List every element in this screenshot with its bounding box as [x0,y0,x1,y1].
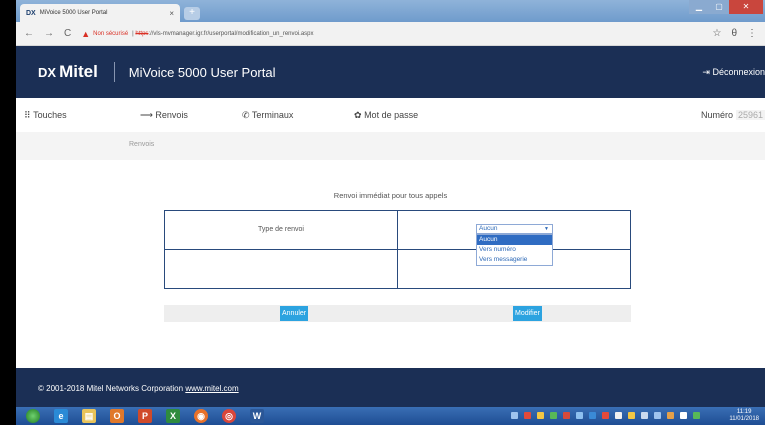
mitel-logo-mark-icon: DX [38,64,57,80]
tray-icon[interactable] [589,412,596,419]
mitel-favicon-icon: DX [26,9,36,17]
word-icon[interactable]: W [250,409,264,423]
forward-icon[interactable]: → [44,28,54,39]
breadcrumb-item[interactable]: Renvois [129,141,154,148]
option-aucun[interactable]: Aucun [477,235,552,245]
internet-explorer-icon[interactable]: e [54,409,68,423]
window-controls: ▁ ▢ ✕ [689,0,763,14]
tray-icon[interactable] [628,412,635,419]
maximize-icon[interactable]: ▢ [709,0,729,14]
numero-label: Numéro [700,110,733,120]
arrow-right-icon: ⟶ [140,110,153,120]
close-tab-icon[interactable]: × [169,9,174,18]
option-vers-messagerie[interactable]: Vers messagerie [477,255,552,265]
breadcrumb: Renvois [16,132,765,160]
keypad-icon: ⠿ [24,110,31,120]
outlook-icon[interactable]: O [110,409,124,423]
bookmark-star-icon[interactable]: ☆ [712,28,721,39]
tray-icon[interactable] [615,412,622,419]
page-title: Renvoi immédiat pour tous appels [333,191,448,200]
app-title: MiVoice 5000 User Portal [128,64,276,80]
tray-icon[interactable] [537,412,544,419]
firefox-icon[interactable]: ◉ [194,409,208,423]
reload-icon[interactable]: C [64,28,71,39]
tab-title: MiVoice 5000 User Portal [39,10,108,16]
numero-value[interactable]: 25961 [735,110,765,120]
logout-icon: ⇥ [702,66,710,77]
modify-button[interactable]: Modifier [513,306,542,321]
tray-icon[interactable] [524,412,531,419]
url-text[interactable]: ://vls-mvmanager.igr.fr/userportal/modif… [148,31,313,37]
tray-icon[interactable] [576,412,583,419]
type-renvoi-dropdown: Aucun Vers numéro Vers messagerie [476,234,553,266]
clock-date: 11/01/2018 [729,416,759,422]
gear-icon: ✿ [354,110,362,120]
mitel-website-link[interactable]: www.mitel.com [185,384,238,393]
address-bar: ← → C ▲ Non sécurisé | https ://vls-mvma… [16,22,765,46]
nav-terminaux-label: Terminaux [251,110,294,120]
action-bar: Annuler Modifier [164,305,631,322]
app-header: DX Mitel MiVoice 5000 User Portal ⇥ Déco… [16,46,765,98]
menu-dots-icon[interactable]: ⋮ [747,28,757,39]
file-explorer-icon[interactable]: ▤ [82,409,96,423]
warning-icon: ▲ [81,28,91,39]
start-button-icon[interactable] [26,409,40,423]
tray-icon[interactable] [680,412,687,419]
type-renvoi-select[interactable]: Aucun ▼ [476,224,553,234]
main-nav: ⠿ Touches ⟶ Renvois ✆ Terminaux ✿ Mot de… [16,98,765,132]
nav-touches-label: Touches [33,110,67,120]
phone-icon: ✆ [242,110,250,120]
nav-mot-de-passe[interactable]: ✿ Mot de passe [354,110,418,121]
profile-icon[interactable]: θ [731,28,737,39]
nav-terminaux[interactable]: ✆ Terminaux [242,110,293,121]
system-tray [511,412,700,419]
browser-tab[interactable]: DX MiVoice 5000 User Portal × [20,4,180,22]
tray-icon[interactable] [563,412,570,419]
tray-icon[interactable] [641,412,648,419]
type-renvoi-label: Type de renvoi [258,226,304,233]
logo-text: Mitel [59,62,98,81]
tab-strip: DX MiVoice 5000 User Portal × + ▁ ▢ ✕ [16,0,765,22]
nav-renvois[interactable]: ⟶ Renvois [140,110,188,121]
select-value: Aucun [479,225,498,232]
tray-icon[interactable] [550,412,557,419]
nav-mot-de-passe-label: Mot de passe [364,110,419,120]
page-footer: © 2001-2018 Mitel Networks Corporation w… [16,368,765,407]
nav-renvois-label: Renvois [155,110,188,120]
tray-icon[interactable] [511,412,518,419]
powerpoint-icon[interactable]: P [138,409,152,423]
forwarding-form: Type de renvoi Aucun ▼ Aucun Vers numéro… [164,210,631,289]
header-divider [113,62,115,82]
new-tab-button[interactable]: + [184,7,200,20]
tray-icon[interactable] [693,412,700,419]
not-secure-label[interactable]: Non sécurisé [93,31,128,37]
chrome-icon[interactable]: ◎ [222,409,236,423]
windows-taskbar: e ▤ O P X ◉ ◎ W 11:19 11/01/2018 [16,407,765,425]
chevron-down-icon[interactable]: ▼ [544,225,549,233]
nav-touches[interactable]: ⠿ Touches [24,110,67,121]
numero-selector[interactable]: Numéro 25961 [701,110,765,120]
back-icon[interactable]: ← [24,28,34,39]
browser-window: DX MiVoice 5000 User Portal × + ▁ ▢ ✕ ← … [16,0,765,425]
tray-icon[interactable] [602,412,609,419]
close-window-icon[interactable]: ✕ [729,0,763,14]
cancel-button[interactable]: Annuler [280,306,309,321]
tray-icon[interactable] [654,412,661,419]
grid-divider-horizontal [165,249,630,250]
logout-link[interactable]: ⇥ Déconnexion [702,67,765,78]
copyright-text: © 2001-2018 Mitel Networks Corporation [38,384,184,393]
option-vers-numero[interactable]: Vers numéro [477,245,552,255]
taskbar-clock[interactable]: 11:19 11/01/2018 [729,409,759,423]
logout-label: Déconnexion [712,66,765,77]
tray-icon[interactable] [667,412,674,419]
minimize-icon[interactable]: ▁ [689,0,709,14]
clock-time: 11:19 [736,409,752,415]
url-scheme[interactable]: https [135,31,148,37]
mitel-logo[interactable]: DX Mitel [38,62,98,82]
excel-icon[interactable]: X [166,409,180,423]
